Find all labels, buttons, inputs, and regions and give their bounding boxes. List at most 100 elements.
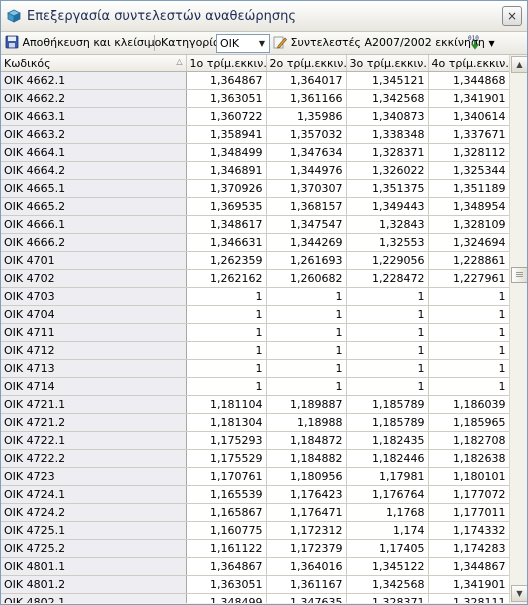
- coefficient-cell[interactable]: 1,262359: [186, 251, 267, 270]
- coefficient-cell[interactable]: 1,32553: [346, 233, 429, 252]
- coefficient-cell[interactable]: 1,345121: [346, 71, 429, 90]
- table-row[interactable]: ΟΙΚ 4724.1 1,165539 1,176423 1,176764 1,1770…: [1, 485, 509, 504]
- table-row[interactable]: ΟΙΚ 4724.2 1,165867 1,176471 1,1768 1,177011: [1, 503, 509, 522]
- coefficient-cell[interactable]: 1,351189: [428, 179, 509, 198]
- coefficient-cell[interactable]: 1,348499: [186, 593, 267, 603]
- table-row[interactable]: ΟΙΚ 4725.1 1,160775 1,172312 1,174 1,174332: [1, 521, 509, 540]
- coefficient-cell[interactable]: 1,175529: [186, 449, 267, 468]
- code-cell[interactable]: ΟΙΚ 4724.2: [1, 503, 187, 522]
- code-cell[interactable]: ΟΙΚ 4702: [1, 269, 187, 288]
- coefficient-cell[interactable]: 1,174283: [428, 539, 509, 558]
- code-cell[interactable]: ΟΙΚ 4666.2: [1, 233, 187, 252]
- coefficient-cell[interactable]: 1,346631: [186, 233, 267, 252]
- coefficient-cell[interactable]: 1: [186, 341, 267, 360]
- coefficient-cell[interactable]: 1,180101: [428, 467, 509, 486]
- code-cell[interactable]: ΟΙΚ 4701: [1, 251, 187, 270]
- coefficient-cell[interactable]: 1,17405: [346, 539, 429, 558]
- coefficient-cell[interactable]: 1,229056: [346, 251, 429, 270]
- coefficient-cell[interactable]: 1,18988: [266, 413, 347, 432]
- coefficient-cell[interactable]: 1: [186, 377, 267, 396]
- coefficient-cell[interactable]: 1,260682: [266, 269, 347, 288]
- coefficient-cell[interactable]: 1,349443: [346, 197, 429, 216]
- code-cell[interactable]: ΟΙΚ 4714: [1, 377, 187, 396]
- code-cell[interactable]: ΟΙΚ 4723: [1, 467, 187, 486]
- code-cell[interactable]: ΟΙΚ 4665.1: [1, 179, 187, 198]
- coefficient-cell[interactable]: 1,344868: [428, 71, 509, 90]
- coefficient-cell[interactable]: 1,348954: [428, 197, 509, 216]
- coefficient-cell[interactable]: 1,184872: [266, 431, 347, 450]
- code-cell[interactable]: ΟΙΚ 4722.1: [1, 431, 187, 450]
- column-header-q4[interactable]: 4ο τρίμ.εκκιν.: [428, 55, 509, 72]
- coefficient-cell[interactable]: 1,176471: [266, 503, 347, 522]
- coefficient-cell[interactable]: 1: [346, 305, 429, 324]
- table-row[interactable]: ΟΙΚ 4666.1 1,348617 1,347547 1,32843 1,32810…: [1, 215, 509, 234]
- scroll-down-icon[interactable]: ▼: [511, 585, 527, 602]
- coefficient-cell[interactable]: 1,185789: [346, 413, 429, 432]
- coefficient-cell[interactable]: 1,370307: [266, 179, 347, 198]
- coefficient-cell[interactable]: 1,328112: [428, 143, 509, 162]
- coefficient-cell[interactable]: 1: [428, 305, 509, 324]
- coefficient-cell[interactable]: 1,165867: [186, 503, 267, 522]
- coefficient-cell[interactable]: 1,185965: [428, 413, 509, 432]
- coefficients-button[interactable]: Συντελεστές Α2007/2002 εκκίνηση: [273, 32, 485, 54]
- coefficient-cell[interactable]: 1: [266, 323, 347, 342]
- coefficient-cell[interactable]: 1,363051: [186, 89, 267, 108]
- table-row[interactable]: ΟΙΚ 4662.1 1,364867 1,364017 1,345121 1,3448…: [1, 71, 509, 90]
- code-cell[interactable]: ΟΙΚ 4666.1: [1, 215, 187, 234]
- coefficient-cell[interactable]: 1: [266, 287, 347, 306]
- coefficient-cell[interactable]: 1,358941: [186, 125, 267, 144]
- code-cell[interactable]: ΟΙΚ 4725.1: [1, 521, 187, 540]
- coefficient-cell[interactable]: 1,344976: [266, 161, 347, 180]
- table-row[interactable]: ΟΙΚ 4662.2 1,363051 1,361166 1,342568 1,3419…: [1, 89, 509, 108]
- coefficient-cell[interactable]: 1,177072: [428, 485, 509, 504]
- scroll-up-icon[interactable]: ▲: [511, 56, 527, 73]
- coefficient-cell[interactable]: 1,182638: [428, 449, 509, 468]
- code-cell[interactable]: ΟΙΚ 4704: [1, 305, 187, 324]
- code-cell[interactable]: ΟΙΚ 4713: [1, 359, 187, 378]
- coefficient-cell[interactable]: 1,1768: [346, 503, 429, 522]
- coefficient-cell[interactable]: 1: [346, 359, 429, 378]
- coefficient-cell[interactable]: 1,262162: [186, 269, 267, 288]
- coefficient-cell[interactable]: 1,189887: [266, 395, 347, 414]
- coefficient-cell[interactable]: 1,361167: [266, 575, 347, 594]
- coefficient-cell[interactable]: 1,177011: [428, 503, 509, 522]
- coefficient-cell[interactable]: 1,347635: [266, 593, 347, 603]
- table-row[interactable]: ΟΙΚ 4702 1,262162 1,260682 1,228472 1,227961: [1, 269, 509, 288]
- coefficient-cell[interactable]: 1,174332: [428, 521, 509, 540]
- coefficient-cell[interactable]: 1: [428, 287, 509, 306]
- coefficient-cell[interactable]: 1,341901: [428, 575, 509, 594]
- coefficient-cell[interactable]: 1,328111: [428, 593, 509, 603]
- coefficient-cell[interactable]: 1: [346, 341, 429, 360]
- coefficient-cell[interactable]: 1,370926: [186, 179, 267, 198]
- coefficient-cell[interactable]: 1,185789: [346, 395, 429, 414]
- coefficient-cell[interactable]: 1: [266, 305, 347, 324]
- close-button[interactable]: ×: [502, 6, 522, 26]
- code-cell[interactable]: ΟΙΚ 4662.1: [1, 71, 187, 90]
- coefficient-cell[interactable]: 1,174: [346, 521, 429, 540]
- code-cell[interactable]: ΟΙΚ 4721.2: [1, 413, 187, 432]
- column-header-code[interactable]: Κωδικός △: [1, 55, 187, 72]
- coefficient-cell[interactable]: 1,364016: [266, 557, 347, 576]
- coefficient-cell[interactable]: 1,182708: [428, 431, 509, 450]
- table-row[interactable]: ΟΙΚ 4664.1 1,348499 1,347634 1,328371 1,3281…: [1, 143, 509, 162]
- coefficient-cell[interactable]: 1,364867: [186, 557, 267, 576]
- code-cell[interactable]: ΟΙΚ 4663.1: [1, 107, 187, 126]
- table-row[interactable]: ΟΙΚ 4664.2 1,346891 1,344976 1,326022 1,3253…: [1, 161, 509, 180]
- coefficient-cell[interactable]: 1,180956: [266, 467, 347, 486]
- coefficient-cell[interactable]: 1,342568: [346, 575, 429, 594]
- table-row[interactable]: ΟΙΚ 4701 1,262359 1,261693 1,229056 1,228861: [1, 251, 509, 270]
- code-cell[interactable]: ΟΙΚ 4663.2: [1, 125, 187, 144]
- coefficient-cell[interactable]: 1,228472: [346, 269, 429, 288]
- coefficient-cell[interactable]: 1,348499: [186, 143, 267, 162]
- coefficient-cell[interactable]: 1,160775: [186, 521, 267, 540]
- coefficient-cell[interactable]: 1,176423: [266, 485, 347, 504]
- coefficient-cell[interactable]: 1: [266, 341, 347, 360]
- coefficient-cell[interactable]: 1,342568: [346, 89, 429, 108]
- coefficient-cell[interactable]: 1: [346, 287, 429, 306]
- table-row[interactable]: ΟΙΚ 4712 1 1 1 1: [1, 341, 509, 360]
- coefficient-cell[interactable]: 1,346891: [186, 161, 267, 180]
- table-row[interactable]: ΟΙΚ 4725.2 1,161122 1,172379 1,17405 1,17428…: [1, 539, 509, 558]
- code-cell[interactable]: ΟΙΚ 4664.1: [1, 143, 187, 162]
- code-cell[interactable]: ΟΙΚ 4801.1: [1, 557, 187, 576]
- coefficient-cell[interactable]: 1,337671: [428, 125, 509, 144]
